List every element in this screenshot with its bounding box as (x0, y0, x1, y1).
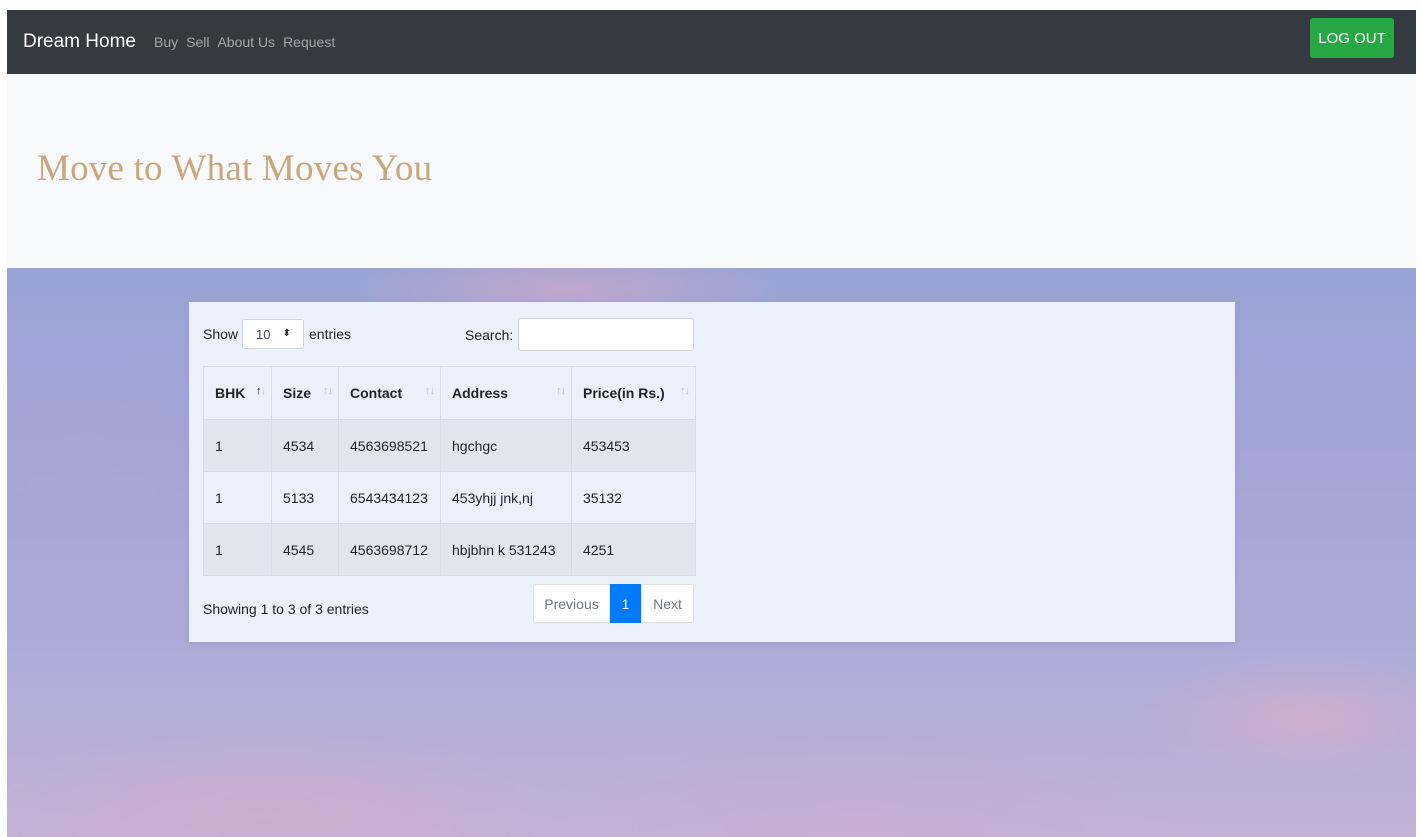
nav-link-request[interactable]: Request (283, 34, 335, 50)
column-header-size[interactable]: Size ↑↓ (271, 366, 339, 420)
cell-address: hbjbhn k 531243 (440, 523, 572, 576)
column-header-label: Size (283, 385, 312, 401)
cell-bhk: 1 (203, 471, 272, 524)
cell-size: 5133 (271, 471, 339, 524)
sort-arrows-icon: ↑↓ (680, 385, 690, 397)
cell-size: 4534 (271, 419, 339, 472)
sort-arrows-icon: ↑↓ (323, 385, 333, 397)
search-label: Search: (465, 327, 514, 343)
navbar: Dream Home Buy Sell About Us Request LOG… (7, 10, 1416, 74)
cell-bhk: 1 (203, 419, 272, 472)
updown-caret-icon: ⬍ (282, 328, 291, 339)
hero-section: Move to What Moves You (7, 74, 1416, 268)
sort-arrows-icon: ↑↓ (556, 385, 566, 397)
cell-price: 453453 (571, 419, 696, 472)
page-1-button[interactable]: 1 (610, 584, 641, 623)
column-header-bhk[interactable]: BHK ↑↓ (203, 366, 272, 420)
column-header-label: Price(in Rs.) (583, 385, 665, 401)
listings-card: Show 10 ⬍ entries Search: BHK ↑↓ Size ↑↓… (189, 302, 1235, 642)
cell-price: 35132 (571, 471, 696, 524)
cell-contact: 6543434123 (338, 471, 441, 524)
column-header-label: Contact (350, 385, 403, 401)
nav-link-buy[interactable]: Buy (154, 34, 178, 50)
table-header-row: BHK ↑↓ Size ↑↓ Contact ↑↓ Address ↑↓ Pri… (203, 366, 696, 420)
brand-link[interactable]: Dream Home (23, 31, 136, 53)
cell-bhk: 1 (203, 523, 272, 576)
listings-table: BHK ↑↓ Size ↑↓ Contact ↑↓ Address ↑↓ Pri… (203, 366, 696, 576)
column-header-label: BHK (215, 385, 246, 401)
table-controls: Show 10 ⬍ entries Search: (203, 318, 695, 352)
show-label: Show (203, 326, 239, 342)
column-header-address[interactable]: Address ↑↓ (440, 366, 572, 420)
entries-select-value: 10 (256, 326, 271, 342)
entries-label: entries (309, 326, 352, 342)
column-header-contact[interactable]: Contact ↑↓ (338, 366, 441, 420)
sort-ascending-icon: ↑↓ (256, 385, 266, 397)
table-row: 1 4545 4563698712 hbjbhn k 531243 4251 (203, 523, 696, 576)
cell-address: 453yhjj jnk,nj (440, 471, 572, 524)
next-page-button[interactable]: Next (641, 584, 694, 623)
table-info: Showing 1 to 3 of 3 entries (203, 601, 369, 617)
cell-price: 4251 (571, 523, 696, 576)
hero-title: Move to What Moves You (37, 148, 433, 189)
previous-page-button[interactable]: Previous (533, 584, 610, 623)
table-row: 1 5133 6543434123 453yhjj jnk,nj 35132 (203, 471, 696, 524)
page-frame: Dream Home Buy Sell About Us Request LOG… (7, 10, 1416, 837)
cell-size: 4545 (271, 523, 339, 576)
cell-contact: 4563698712 (338, 523, 441, 576)
sort-arrows-icon: ↑↓ (425, 385, 435, 397)
table-row: 1 4534 4563698521 hgchgc 453453 (203, 419, 696, 472)
cell-address: hgchgc (440, 419, 572, 472)
logout-button[interactable]: LOG OUT (1310, 18, 1394, 58)
column-header-label: Address (452, 385, 509, 401)
pagination: Previous 1 Next (533, 584, 694, 623)
column-header-price[interactable]: Price(in Rs.) ↑↓ (571, 366, 696, 420)
nav-link-sell[interactable]: Sell (186, 34, 209, 50)
search-input[interactable] (518, 318, 694, 351)
entries-select[interactable]: 10 ⬍ (242, 319, 304, 349)
nav-link-about-us[interactable]: About Us (217, 34, 275, 50)
cell-contact: 4563698521 (338, 419, 441, 472)
